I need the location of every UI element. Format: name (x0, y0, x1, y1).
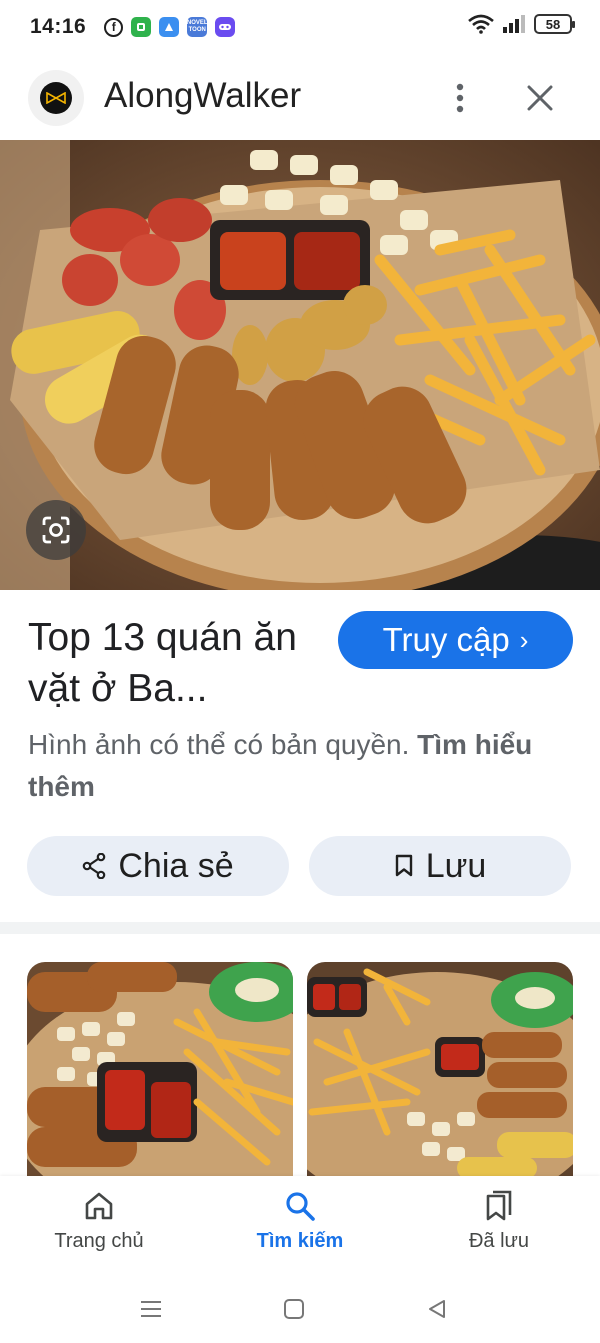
chevron-right-icon: › (519, 624, 529, 655)
site-name: AlongWalker (104, 76, 302, 115)
site-logo (28, 70, 84, 126)
system-navigation-bar (0, 1276, 600, 1343)
related-image[interactable] (27, 962, 293, 1178)
menu-icon (141, 1301, 161, 1317)
back-button[interactable] (422, 1294, 452, 1324)
search-icon (286, 1192, 315, 1221)
close-icon (527, 85, 553, 111)
nav-label-home: Trang chủ (54, 1230, 144, 1252)
share-icon (83, 853, 106, 879)
blue-app-icon (159, 17, 180, 37)
share-button[interactable]: Chia sẻ (27, 836, 289, 896)
signal-icon (503, 15, 525, 33)
status-time: 14:16 (30, 15, 87, 38)
nav-label-saved: Đã lưu (468, 1230, 530, 1252)
visit-label: Truy cập (382, 621, 510, 658)
bookmark-icon (395, 854, 412, 877)
home-icon (85, 1192, 113, 1220)
bowtie-logo-icon (40, 82, 72, 114)
more-vert-icon (456, 83, 464, 113)
bottom-navigation: Trang chủ Tìm kiếm Đã lưu (0, 1176, 600, 1276)
lens-icon (42, 516, 70, 544)
save-button[interactable]: Lưu (309, 836, 571, 896)
nav-label-search: Tìm kiếm (256, 1230, 344, 1252)
battery-level: 58 (545, 16, 561, 32)
recent-apps-button[interactable] (136, 1294, 166, 1324)
app-header: AlongWalker (0, 62, 600, 132)
game-controller-icon (215, 17, 236, 37)
saved-icon (486, 1190, 512, 1221)
status-indicators: 58 (468, 14, 575, 34)
novel-toon-icon: NOVEL TOON (187, 17, 208, 37)
wifi-icon (468, 14, 494, 34)
copyright-notice: Hình ảnh có thể có bản quyền. Tìm hiểu t… (28, 724, 568, 808)
close-button[interactable] (520, 76, 560, 120)
green-app-icon (131, 17, 152, 37)
more-options-button[interactable] (442, 76, 478, 120)
google-lens-button[interactable] (26, 500, 86, 560)
save-label: Lưu (425, 846, 487, 885)
section-divider (0, 922, 600, 934)
nav-item-saved[interactable]: Đã lưu (424, 1190, 574, 1270)
share-label: Chia sẻ (118, 846, 234, 885)
home-system-button[interactable] (279, 1294, 309, 1324)
result-title[interactable]: Top 13 quán ăn vặt ở Ba... (28, 612, 318, 714)
related-image[interactable] (307, 962, 573, 1178)
facebook-icon: f (104, 17, 124, 37)
nav-item-search[interactable]: Tìm kiếm (225, 1190, 375, 1270)
status-bar: 14:16 f NOVEL TOON 58 (0, 0, 600, 54)
visit-button[interactable]: Truy cập › (338, 611, 573, 669)
copyright-text: Hình ảnh có thể có bản quyền. (28, 729, 410, 760)
nav-item-home[interactable]: Trang chủ (24, 1190, 174, 1270)
back-triangle-icon (429, 1300, 445, 1318)
status-app-icons: f NOVEL TOON (104, 17, 236, 37)
battery-indicator: 58 (534, 14, 575, 34)
square-icon (284, 1299, 304, 1319)
result-image[interactable] (0, 140, 600, 590)
